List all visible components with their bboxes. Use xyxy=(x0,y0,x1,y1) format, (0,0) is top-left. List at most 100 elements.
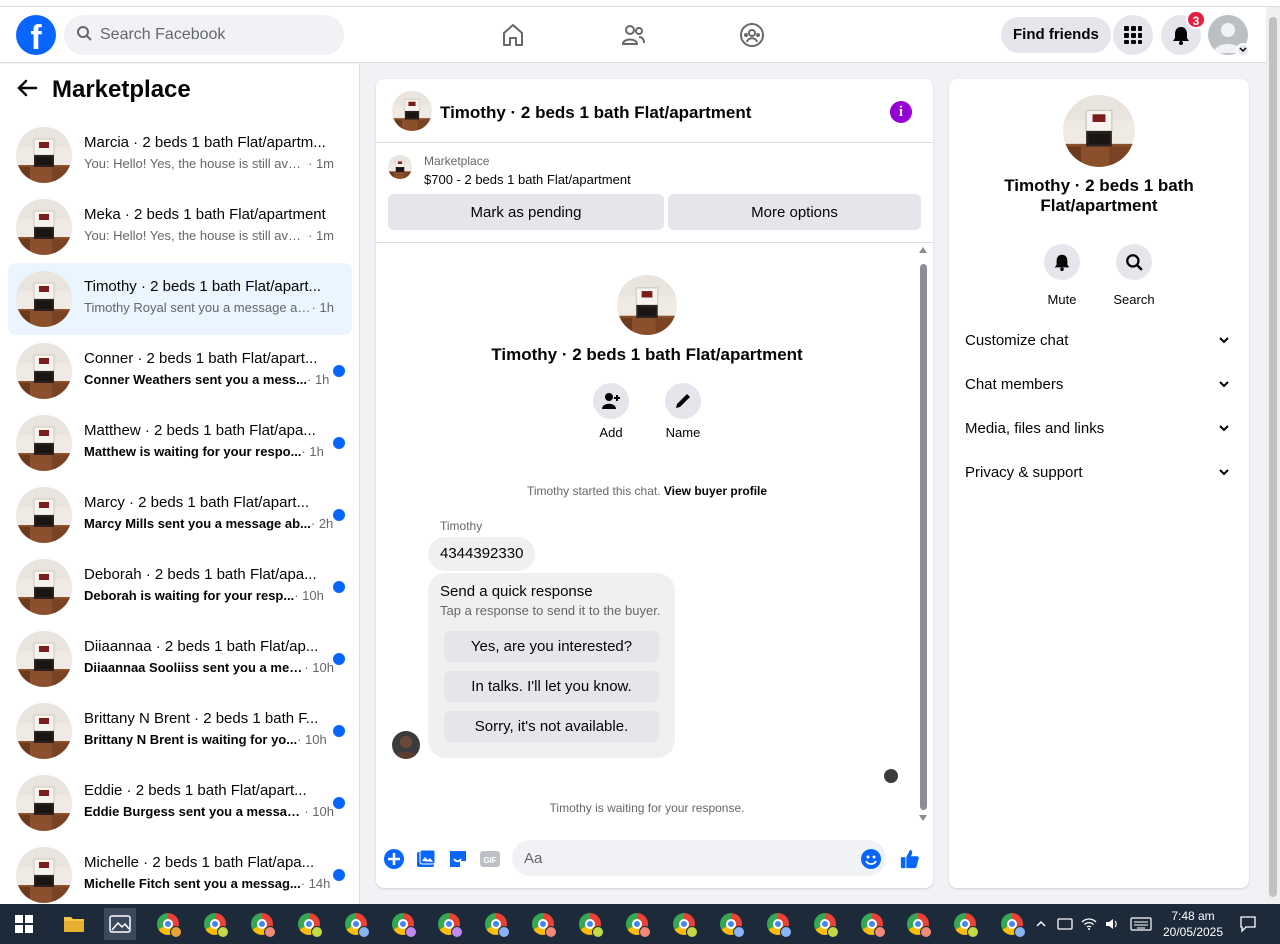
meet-now-icon[interactable] xyxy=(1057,916,1073,932)
sender-avatar[interactable] xyxy=(392,731,420,759)
chrome-taskbar-icon[interactable] xyxy=(902,908,934,940)
chat-avatar[interactable] xyxy=(392,91,432,131)
chat-members-section[interactable]: Chat members xyxy=(949,363,1249,407)
conversation-time: · 1h xyxy=(311,300,334,315)
conversation-item[interactable]: Michelle · 2 beds 1 bath Flat/apa... Mich… xyxy=(8,839,352,904)
chrome-taskbar-icon[interactable] xyxy=(387,908,419,940)
unread-dot xyxy=(333,797,345,809)
volume-icon[interactable] xyxy=(1104,916,1120,932)
listing-price-title[interactable]: $700 - 2 beds 1 bath Flat/apartment xyxy=(424,172,631,187)
info-icon[interactable]: i xyxy=(890,101,912,123)
keyboard-icon[interactable] xyxy=(1130,916,1152,932)
menu-grid-icon[interactable] xyxy=(1113,15,1153,55)
find-friends-button[interactable]: Find friends xyxy=(1001,17,1111,53)
search-icon xyxy=(1116,244,1152,280)
quick-response-option[interactable]: In talks. I'll let you know. xyxy=(444,671,659,702)
media-files-links-section[interactable]: Media, files and links xyxy=(949,407,1249,451)
conversation-item[interactable]: Marcy · 2 beds 1 bath Flat/apart... Marcy… xyxy=(8,479,352,551)
back-arrow-icon[interactable] xyxy=(16,77,38,104)
wifi-icon[interactable] xyxy=(1081,916,1097,932)
more-options-button[interactable]: More options xyxy=(668,194,921,230)
privacy-support-section[interactable]: Privacy & support xyxy=(949,451,1249,495)
search-input[interactable] xyxy=(100,26,320,44)
customize-chat-section[interactable]: Customize chat xyxy=(949,319,1249,363)
chrome-taskbar-icon[interactable] xyxy=(809,908,841,940)
scroll-up-arrow[interactable] xyxy=(919,247,927,253)
chrome-taskbar-icon[interactable] xyxy=(527,908,559,940)
search-in-chat-button[interactable]: Search xyxy=(1104,244,1164,307)
thumbs-up-icon[interactable] xyxy=(899,848,921,870)
conversation-item[interactable]: Timothy · 2 beds 1 bath Flat/apart... Tim… xyxy=(8,263,352,335)
chat-details-pane: Timothy · 2 beds 1 bath Flat/apartment M… xyxy=(949,79,1249,888)
photos-app-icon[interactable] xyxy=(104,908,136,940)
chrome-taskbar-icon[interactable] xyxy=(715,908,747,940)
chrome-taskbar-icon[interactable] xyxy=(199,908,231,940)
chrome-taskbar-icon[interactable] xyxy=(433,908,465,940)
friends-icon[interactable] xyxy=(617,19,649,51)
chevron-down-icon xyxy=(1217,377,1231,396)
plus-circle-icon[interactable] xyxy=(383,848,405,870)
message-bubble[interactable]: 4344392330 xyxy=(428,537,536,571)
quick-response-title: Send a quick response xyxy=(440,583,593,600)
gif-icon[interactable]: GIF xyxy=(479,848,501,870)
tray-overflow-icon[interactable] xyxy=(1033,916,1049,932)
chrome-taskbar-icon[interactable] xyxy=(996,908,1028,940)
chat-header-name[interactable]: Timothy · 2 beds 1 bath Flat/apartment xyxy=(440,103,751,123)
listing-thumbnail[interactable] xyxy=(388,155,412,179)
edit-name-button[interactable]: Name xyxy=(653,383,713,440)
search-box[interactable] xyxy=(64,15,344,55)
conversation-item[interactable]: Deborah · 2 beds 1 bath Flat/apa... Debor… xyxy=(8,551,352,623)
listing-bar: Marketplace $700 - 2 beds 1 bath Flat/ap… xyxy=(376,143,933,243)
conversation-item[interactable]: Marcia · 2 beds 1 bath Flat/apartm... You… xyxy=(8,119,352,191)
chrome-taskbar-icon[interactable] xyxy=(574,908,606,940)
chrome-taskbar-icon[interactable] xyxy=(340,908,372,940)
mark-as-pending-button[interactable]: Mark as pending xyxy=(388,194,664,230)
scroll-down-arrow[interactable] xyxy=(919,815,927,821)
quick-response-option[interactable]: Sorry, it's not available. xyxy=(444,711,659,742)
account-chevron-icon[interactable] xyxy=(1236,43,1250,57)
view-buyer-profile-link[interactable]: View buyer profile xyxy=(664,484,767,498)
notification-center-icon[interactable] xyxy=(1239,916,1257,933)
chrome-taskbar-icon[interactable] xyxy=(152,908,184,940)
conversation-item[interactable]: Meka · 2 beds 1 bath Flat/apartment You: … xyxy=(8,191,352,263)
chat-intro-avatar xyxy=(617,275,677,335)
file-explorer-icon[interactable] xyxy=(58,908,90,940)
conversation-time: · 10h xyxy=(297,732,327,747)
conversation-item[interactable]: Conner · 2 beds 1 bath Flat/apart... Conn… xyxy=(8,335,352,407)
conversation-item[interactable]: Matthew · 2 beds 1 bath Flat/apa... Matth… xyxy=(8,407,352,479)
chrome-taskbar-icon[interactable] xyxy=(293,908,325,940)
groups-icon[interactable] xyxy=(736,19,768,51)
quick-response-option[interactable]: Yes, are you interested? xyxy=(444,631,659,662)
chrome-taskbar-icon[interactable] xyxy=(856,908,888,940)
clock-time: 7:48 am xyxy=(1171,909,1215,923)
facebook-logo[interactable]: f xyxy=(16,15,56,55)
chrome-taskbar-icon[interactable] xyxy=(668,908,700,940)
mute-button[interactable]: Mute xyxy=(1032,244,1092,307)
conversation-snippet-row: Eddie Burgess sent you a messag... · 10h xyxy=(84,804,334,819)
section-label: Media, files and links xyxy=(965,420,1105,437)
emoji-icon[interactable] xyxy=(860,848,882,870)
system-clock[interactable]: 7:48 am 20/05/2025 xyxy=(1160,908,1226,940)
conversation-item[interactable]: Diiaannaa · 2 beds 1 bath Flat/ap... Diia… xyxy=(8,623,352,695)
conversation-title: Marcy · 2 beds 1 bath Flat/apart... xyxy=(84,494,310,511)
message-input[interactable] xyxy=(512,840,886,876)
home-icon[interactable] xyxy=(497,19,529,51)
clock-date: 20/05/2025 xyxy=(1162,925,1224,939)
conversation-item[interactable]: Eddie · 2 beds 1 bath Flat/apart... Eddie… xyxy=(8,767,352,839)
conversation-item[interactable]: Brittany N Brent · 2 beds 1 bath F... Bri… xyxy=(8,695,352,767)
details-avatar[interactable] xyxy=(1063,95,1135,167)
chrome-taskbar-icon[interactable] xyxy=(621,908,653,940)
chrome-taskbar-icon[interactable] xyxy=(480,908,512,940)
details-name: Timothy · 2 beds 1 bath Flat/apartment xyxy=(1004,176,1194,215)
chrome-taskbar-icon[interactable] xyxy=(762,908,794,940)
conversation-title: Brittany N Brent · 2 beds 1 bath F... xyxy=(84,710,319,727)
unread-dot xyxy=(333,437,345,449)
page-scrollbar[interactable] xyxy=(1266,7,1280,904)
chat-scrollbar[interactable] xyxy=(920,264,927,810)
sticker-icon[interactable] xyxy=(447,848,469,870)
chrome-taskbar-icon[interactable] xyxy=(246,908,278,940)
photo-icon[interactable] xyxy=(415,848,437,870)
windows-start-icon[interactable] xyxy=(8,908,40,940)
add-people-button[interactable]: Add xyxy=(581,383,641,440)
chrome-taskbar-icon[interactable] xyxy=(949,908,981,940)
